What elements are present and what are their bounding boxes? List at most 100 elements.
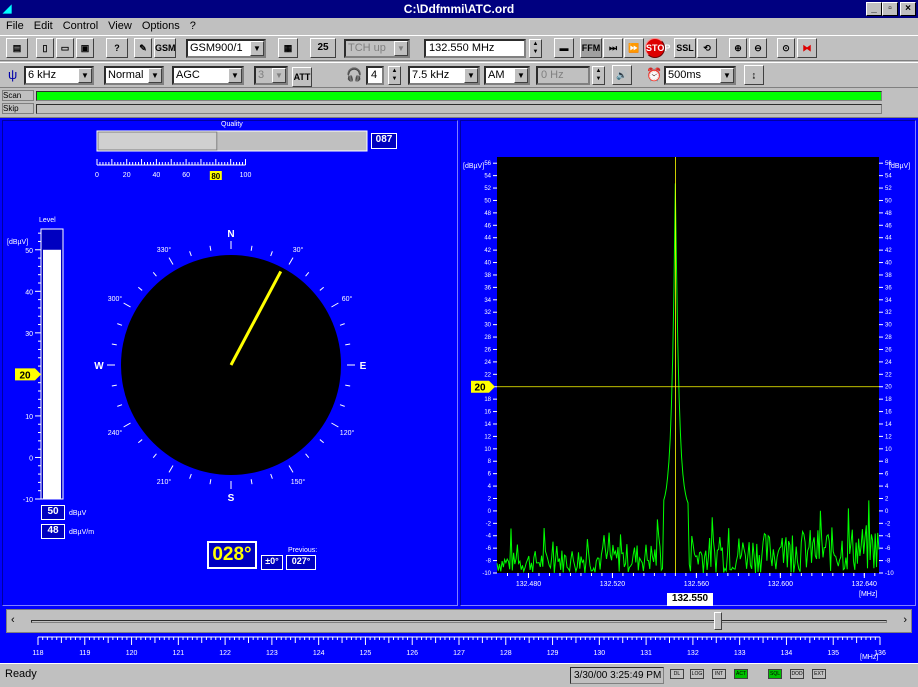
compass-degree-label: 240° xyxy=(108,429,123,437)
zoom-in-icon[interactable]: ⊕ xyxy=(729,38,747,58)
system-combo[interactable]: GSM900/1 ▼ xyxy=(186,39,266,58)
title-bar: ◢ C:\Ddfmmi\ATC.ord _ ▫ × xyxy=(0,0,918,18)
loop-button[interactable]: ⟲ xyxy=(697,38,717,58)
if-bandwidth-combo[interactable]: 7.5 kHz ▼ xyxy=(408,66,480,85)
frequency-scale-label: 120 xyxy=(126,650,138,657)
ssl-button[interactable]: SSL xyxy=(674,38,696,58)
scan-mode-button[interactable]: ▬ xyxy=(554,38,574,58)
speaker-icon[interactable]: 🔊 xyxy=(612,65,632,85)
chevron-down-icon[interactable]: ▼ xyxy=(148,68,162,83)
compass-tick xyxy=(123,422,131,428)
scan-progress-bar[interactable] xyxy=(36,91,882,101)
demod-combo-value: AM xyxy=(488,69,505,81)
zoom-reset-icon[interactable]: ⊙ xyxy=(777,38,795,58)
frequency-slider[interactable]: ‹ › xyxy=(6,609,912,633)
mode-combo[interactable]: Normal ▼ xyxy=(104,66,164,85)
demod-combo[interactable]: AM ▼ xyxy=(484,66,530,85)
agc-combo[interactable]: AGC ▼ xyxy=(172,66,244,85)
if-bandwidth-value: 7.5 kHz xyxy=(412,69,450,81)
menu-view[interactable]: View xyxy=(108,20,132,32)
menu-options[interactable]: Options xyxy=(142,20,180,32)
save-button[interactable]: ▣ xyxy=(76,38,94,58)
chevron-down-icon[interactable]: ▼ xyxy=(720,68,734,83)
ffm-button[interactable]: FFM xyxy=(580,38,602,58)
open-button[interactable]: ▭ xyxy=(56,38,74,58)
menu-edit[interactable]: Edit xyxy=(34,20,53,32)
slider-track[interactable] xyxy=(31,620,887,623)
pen-button[interactable]: ✎ xyxy=(134,38,152,58)
gain-combo[interactable]: 3 ▼ xyxy=(254,66,288,85)
help-button[interactable]: ? xyxy=(106,38,128,58)
direction-panel: 0204060801008050403020100-1020NESW30°60°… xyxy=(2,120,458,606)
skip-bar[interactable] xyxy=(36,104,882,114)
quality-marker-label: 80 xyxy=(211,172,220,181)
frequency-scale-label: 125 xyxy=(360,650,372,657)
compass-tick xyxy=(168,257,174,265)
fast-forward-button[interactable]: ⏩ xyxy=(624,38,644,58)
gsm-button[interactable]: GSM xyxy=(154,38,176,58)
tch-combo-value: TCH up xyxy=(348,42,386,54)
chevron-down-icon[interactable]: ▼ xyxy=(464,68,478,83)
close-button[interactable]: × xyxy=(900,2,916,16)
indicator-dl: DL xyxy=(670,669,684,679)
frequency-scale-label: 128 xyxy=(500,650,512,657)
chevron-down-icon[interactable]: ▼ xyxy=(250,41,264,56)
chevron-down-icon[interactable]: ▼ xyxy=(228,68,242,83)
menu-help[interactable]: ? xyxy=(190,20,196,32)
slider-left-arrow[interactable]: ‹ xyxy=(11,614,15,626)
spectrum-graphics[interactable]: 56 5654 5452 5250 5048 4846 4644 4442 4240 4038 38… xyxy=(461,121,915,605)
offset-spinner[interactable]: ▲ ▼ xyxy=(592,66,605,85)
slider-right-arrow[interactable]: › xyxy=(903,614,907,626)
spectrum-right-tick-label: -2 xyxy=(885,521,891,527)
spectrum-left-tick-label: 4 xyxy=(488,484,492,490)
compass-tick xyxy=(189,251,192,257)
compass-tick xyxy=(270,473,273,479)
compass-degree-label: 150° xyxy=(291,478,306,486)
frequency-scale-unit: [MHz] xyxy=(860,654,879,661)
minimize-button[interactable]: _ xyxy=(866,2,882,16)
level-readout-dbuv: 50 xyxy=(41,505,65,520)
print-button[interactable]: ▤ xyxy=(6,38,28,58)
slider-thumb[interactable] xyxy=(713,612,722,630)
compass-tick xyxy=(123,302,131,308)
chevron-down-icon[interactable]: ▼ xyxy=(272,68,286,83)
chevron-down-icon[interactable]: ▼ xyxy=(394,41,408,56)
quality-readout: 087 xyxy=(371,133,397,149)
compass-tick xyxy=(331,422,339,428)
frequency-scale-label: 130 xyxy=(593,650,605,657)
spectrum-right-tick-label: 2 xyxy=(885,496,889,502)
channel-display: 25 xyxy=(310,38,336,58)
chevron-down-icon[interactable]: ▼ xyxy=(78,68,92,83)
level-unit-dbuv: dBµV xyxy=(69,510,87,517)
calculator-button[interactable]: ▦ xyxy=(278,38,298,58)
skip-forward-button[interactable]: ⏭ xyxy=(603,38,623,58)
menu-file[interactable]: File xyxy=(6,20,24,32)
frequency-input[interactable]: 132.550 MHz xyxy=(424,39,526,58)
frequency-scale-label: 132 xyxy=(687,650,699,657)
chevron-down-icon[interactable]: ▼ xyxy=(514,68,528,83)
offset-input[interactable]: 0 Hz xyxy=(536,66,590,85)
compass-tick xyxy=(339,323,345,326)
attenuator-button[interactable]: ATT xyxy=(292,67,312,87)
spectrum-left-tick-label: 12 xyxy=(484,434,491,440)
mark-button[interactable]: ⧓ xyxy=(797,38,817,58)
volume-spinner[interactable]: ▲ ▼ xyxy=(388,66,401,85)
spectrum-left-tick-label: 42 xyxy=(484,248,491,254)
main-area: 0204060801008050403020100-1020NESW30°60°… xyxy=(0,117,918,607)
tch-combo[interactable]: TCH up ▼ xyxy=(344,39,410,58)
skip-label: Skip xyxy=(2,103,34,114)
spectrum-left-tick-label: 0 xyxy=(488,509,492,515)
frequency-spinner[interactable]: ▲ ▼ xyxy=(529,39,542,58)
menu-control[interactable]: Control xyxy=(63,20,98,32)
new-button[interactable]: ▯ xyxy=(36,38,54,58)
spectrum-right-tick-label: 10 xyxy=(885,447,892,453)
time-combo[interactable]: 500ms ▼ xyxy=(664,66,736,85)
maximize-button[interactable]: ▫ xyxy=(882,2,898,16)
compass-tick xyxy=(152,453,157,459)
sort-button[interactable]: ↨ xyxy=(744,65,764,85)
bandwidth-combo[interactable]: 6 kHz ▼ xyxy=(24,66,94,85)
stop-button[interactable]: STOP xyxy=(645,38,670,58)
quality-bar-fill xyxy=(97,131,218,151)
zoom-out-icon[interactable]: ⊖ xyxy=(749,38,767,58)
volume-input[interactable]: 4 xyxy=(366,66,384,85)
